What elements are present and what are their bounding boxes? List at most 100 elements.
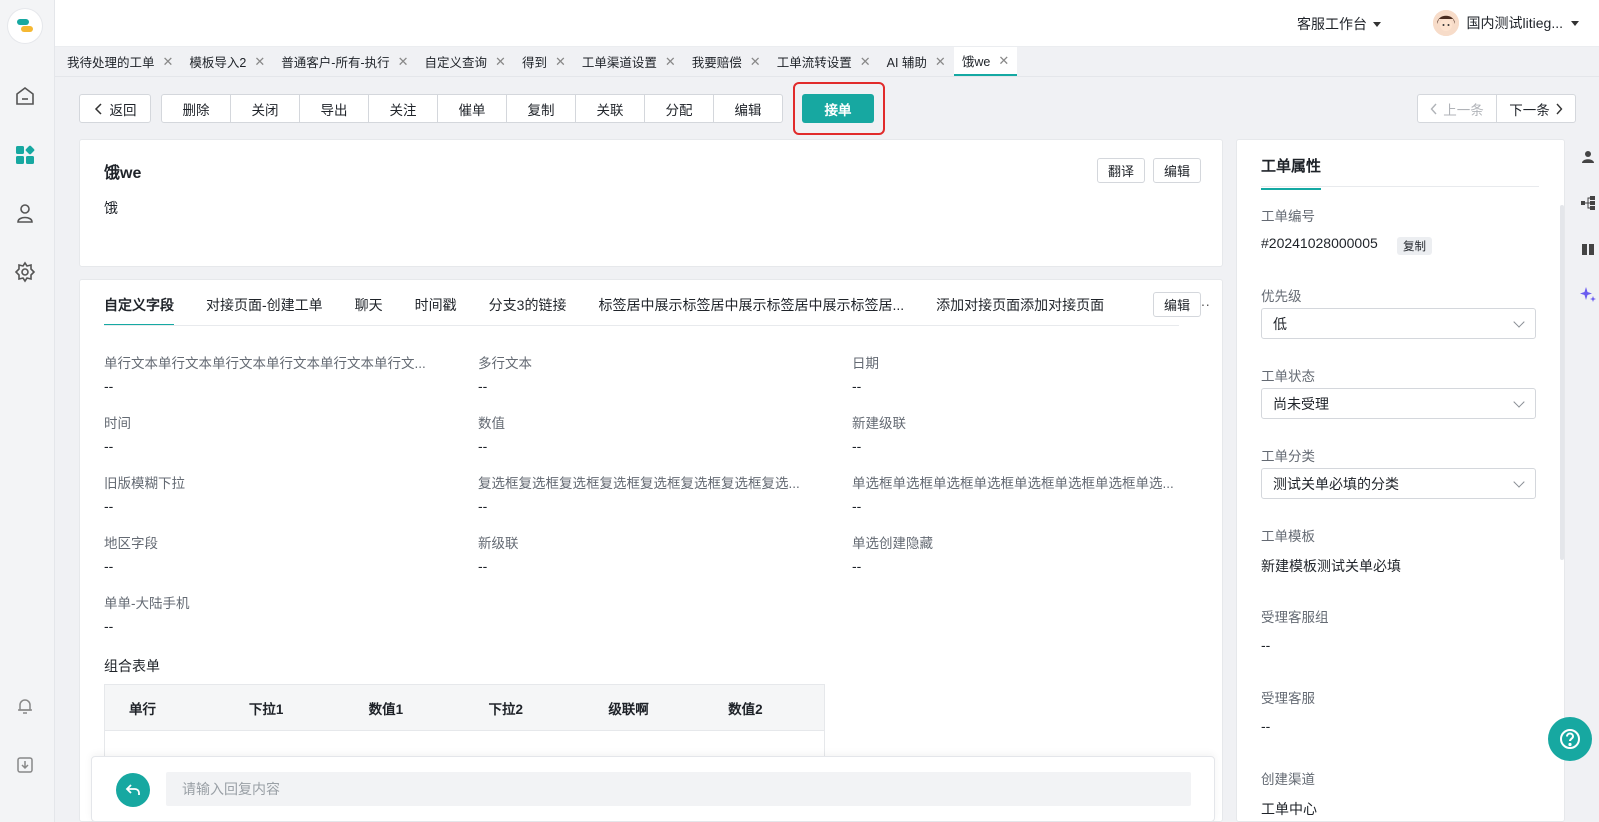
flow-tree-icon[interactable] [1578, 193, 1598, 213]
field-single-line-text: 单行文本单行文本单行文本单行文本单行文本单行文... -- [104, 352, 444, 394]
tab-label: 我待处理的工单 [67, 56, 155, 70]
delete-button[interactable]: 删除 [161, 94, 231, 123]
close-icon[interactable]: ✕ [935, 54, 946, 70]
copy-ticket-no-button[interactable]: 复制 [1397, 237, 1432, 255]
close-ticket-button[interactable]: 关闭 [230, 94, 300, 123]
properties-scrollbar[interactable] [1560, 205, 1564, 560]
tab-dedao[interactable]: 得到 ✕ [514, 47, 574, 76]
field-value: -- [104, 498, 114, 514]
field-tabs: 自定义字段 对接页面-创建工单 聊天 时间戳 分支3的链接 标签居中展示标签居中… [104, 280, 1179, 326]
edit-button[interactable]: 编辑 [713, 94, 783, 123]
assign-button[interactable]: 分配 [644, 94, 714, 123]
field-label: 单行文本单行文本单行文本单行文本单行文本单行文... [104, 356, 426, 371]
field-new-cascade-2: 新级联 -- [478, 532, 818, 574]
tab-template-import[interactable]: 模板导入2 ✕ [181, 47, 273, 76]
tab-compensation[interactable]: 我要赔偿 ✕ [684, 47, 769, 76]
edit-title-button[interactable]: 编辑 [1153, 158, 1202, 183]
next-ticket-button[interactable]: 下一条 [1496, 94, 1576, 123]
tab-add-integration-page[interactable]: 添加对接页面添加对接页面 [936, 280, 1104, 325]
user-menu[interactable]: 国内测试litieg... [1432, 10, 1579, 36]
category-select[interactable]: 测试关单必填的分类 [1261, 468, 1536, 499]
field-mobile-phone: 单单-大陆手机 -- [104, 592, 444, 634]
close-icon[interactable]: ✕ [555, 54, 566, 70]
close-icon[interactable]: ✕ [860, 54, 871, 70]
tab-transfer-settings[interactable]: 工单流转设置 ✕ [769, 47, 879, 76]
translate-button[interactable]: 翻译 [1097, 158, 1146, 183]
ai-sparkle-icon[interactable] [1578, 285, 1598, 305]
tab-channel-settings[interactable]: 工单渠道设置 ✕ [574, 47, 684, 76]
chevron-down-icon [1571, 20, 1579, 26]
close-icon[interactable]: ✕ [998, 53, 1009, 69]
reply-arrow-icon[interactable] [116, 773, 150, 807]
column-header: 级联啊 [608, 701, 649, 717]
chevron-down-icon [1373, 21, 1381, 27]
download-icon[interactable] [12, 752, 38, 778]
column-header: 单行 [129, 701, 156, 717]
book-icon[interactable] [1578, 239, 1598, 259]
close-icon[interactable]: ✕ [398, 54, 409, 70]
tab-ai-assist[interactable]: AI 辅助 ✕ [879, 47, 954, 76]
workbench-icon[interactable] [12, 142, 38, 168]
tab-custom-query[interactable]: 自定义查询 ✕ [417, 47, 514, 76]
urge-button[interactable]: 催单 [437, 94, 507, 123]
prev-ticket-button[interactable]: 上一条 [1417, 94, 1497, 123]
tab-label: 我要赔偿 [691, 56, 742, 70]
agent-value: -- [1261, 718, 1271, 734]
tab-current-ticket[interactable]: 饿we ✕ [953, 47, 1018, 76]
tab-chat[interactable]: 聊天 [355, 280, 383, 325]
properties-title[interactable]: 工单属性 [1261, 155, 1322, 190]
field-label: 单选创建隐藏 [852, 536, 933, 551]
app-logo[interactable] [8, 9, 42, 43]
close-icon[interactable]: ✕ [495, 54, 506, 70]
field-new-cascade: 新建级联 -- [852, 412, 1192, 454]
copy-button[interactable]: 复制 [506, 94, 576, 123]
tab-timestamp[interactable]: 时间戳 [415, 280, 457, 325]
status-select[interactable]: 尚未受理 [1261, 388, 1536, 419]
tab-normal-customers[interactable]: 普通客户-所有-执行 ✕ [273, 47, 416, 76]
page-tab-bar: 我待处理的工单 ✕ 模板导入2 ✕ 普通客户-所有-执行 ✕ 自定义查询 ✕ 得到 ✕ 工… [55, 47, 1599, 77]
tab-label: 模板导入2 [189, 56, 247, 70]
close-icon[interactable]: ✕ [254, 54, 265, 70]
reply-input[interactable] [166, 772, 1191, 806]
prev-label: 上一条 [1443, 102, 1484, 118]
follow-button[interactable]: 关注 [368, 94, 438, 123]
user-name: 国内测试litieg... [1466, 15, 1563, 31]
close-icon[interactable]: ✕ [163, 54, 174, 70]
field-label: 新建级联 [852, 416, 906, 431]
back-button[interactable]: 返回 [79, 94, 151, 123]
tab-label: 自定义查询 [424, 56, 488, 70]
export-button[interactable]: 导出 [299, 94, 369, 123]
field-value: -- [852, 378, 862, 394]
home-icon[interactable] [12, 83, 38, 109]
close-icon[interactable]: ✕ [665, 54, 676, 70]
reply-bar [91, 756, 1215, 822]
tab-create-ticket-page[interactable]: 对接页面-创建工单 [206, 280, 323, 325]
customer-icon[interactable] [12, 200, 38, 226]
field-legacy-dropdown: 旧版模糊下拉 -- [104, 472, 444, 514]
person-icon[interactable] [1578, 147, 1598, 167]
field-radio: 单选框单选框单选框单选框单选框单选框单选框单选... -- [852, 472, 1192, 514]
tab-branch-link[interactable]: 分支3的链接 [489, 280, 567, 325]
agent-label: 受理客服 [1261, 691, 1315, 706]
accept-ticket-button[interactable]: 接单 [802, 94, 874, 123]
ticket-properties-panel: 工单属性 工单编号 #20241028000005 复制 优先级 低 工单状态 … [1236, 139, 1565, 822]
tab-pending-tickets[interactable]: 我待处理的工单 ✕ [59, 47, 181, 76]
chevron-down-icon [1513, 316, 1525, 328]
tab-label-centered[interactable]: 标签居中展示标签居中展示标签居中展示标签居... [598, 280, 904, 325]
field-value: -- [104, 558, 114, 574]
column-header: 下拉1 [248, 701, 284, 717]
priority-select[interactable]: 低 [1261, 308, 1536, 339]
help-chat-icon[interactable] [1548, 717, 1592, 761]
notification-bell-icon[interactable] [12, 693, 38, 719]
settings-gear-icon[interactable] [12, 259, 38, 285]
field-multi-line-text: 多行文本 -- [478, 352, 818, 394]
agent-group-label: 受理客服组 [1261, 610, 1329, 625]
close-icon[interactable]: ✕ [750, 54, 761, 70]
workspace-switcher[interactable]: 客服工作台 [1297, 14, 1381, 34]
tab-custom-fields[interactable]: 自定义字段 [104, 280, 174, 325]
link-button[interactable]: 关联 [575, 94, 645, 123]
field-value: -- [852, 438, 862, 454]
field-value: -- [104, 378, 114, 394]
edit-fields-button[interactable]: 编辑 [1153, 292, 1202, 317]
field-value: -- [852, 498, 862, 514]
